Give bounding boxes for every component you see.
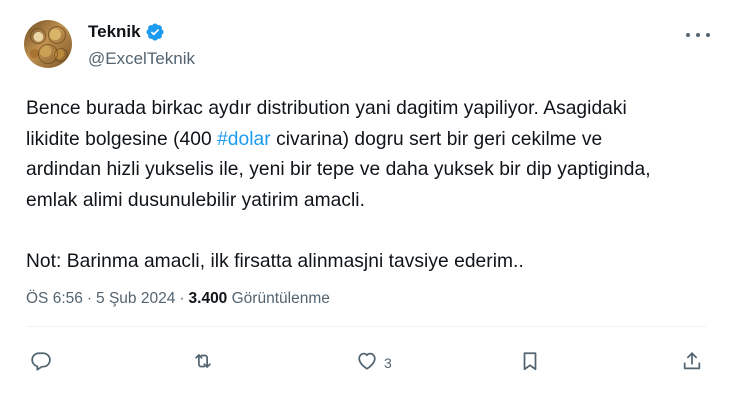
avatar[interactable] [24, 20, 72, 68]
tweet-time[interactable]: ÖS 6:56 [26, 290, 83, 307]
heart-icon [356, 350, 378, 377]
tweet-text-line: emlak alimi dusunulebilir yatirim amacli… [26, 189, 366, 211]
retweet-button[interactable] [192, 345, 214, 381]
share-button[interactable] [681, 345, 703, 381]
views-label: Görüntülenme [231, 290, 330, 307]
tweet-meta: ÖS 6:56 · 5 Şub 2024 · 3.400 Görüntülenme [26, 290, 330, 308]
author-display-name[interactable]: Teknik [88, 22, 141, 42]
tweet-text-line: ardindan hizli yukselis ile, yeni bir te… [26, 159, 651, 180]
author-handle[interactable]: @ExcelTeknik [88, 49, 195, 69]
verified-badge-icon [145, 22, 165, 42]
bookmark-icon [519, 350, 541, 377]
tweet-text: Bence burada birkac aydır distribution y… [26, 94, 716, 277]
like-count: 3 [384, 355, 392, 371]
reply-button[interactable] [30, 345, 52, 381]
meta-separator: · [179, 290, 185, 307]
more-options-icon[interactable] [686, 28, 710, 42]
tweet-text-blank [26, 216, 716, 247]
meta-separator: · [86, 290, 93, 307]
bookmark-button[interactable] [519, 345, 541, 381]
reply-icon [30, 350, 52, 377]
tweet-text-segment: civarina) dogru sert bir geri cekilme ve [270, 128, 603, 150]
views-count: 3.400 [188, 290, 228, 307]
action-bar: 3 [0, 345, 730, 381]
tweet-text-segment: likidite bolgesine (400 [26, 128, 218, 150]
share-icon [681, 350, 703, 377]
tweet-text-line: Bence burada birkac aydır distribution y… [26, 98, 627, 119]
tweet-text-line: Not: Barinma amacli, ilk firsatta alinma… [26, 250, 524, 272]
hashtag-link[interactable]: #dolar [217, 129, 271, 150]
author-name-row: Teknik [88, 22, 165, 42]
tweet-text-line: likidite bolgesine (400 #dolar civarina)… [26, 125, 716, 156]
divider [26, 326, 706, 327]
like-button[interactable]: 3 [356, 345, 392, 381]
retweet-icon [192, 350, 214, 377]
tweet-date[interactable]: 5 Şub 2024 [96, 290, 175, 307]
tweet-card: Teknik @ExcelTeknik Bence burada birkac … [0, 0, 730, 420]
